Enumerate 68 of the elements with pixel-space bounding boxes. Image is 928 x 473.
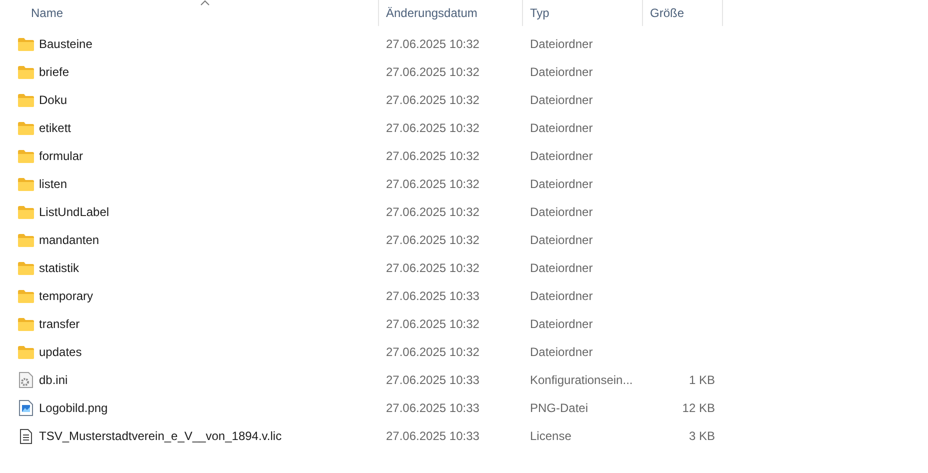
file-name[interactable]: listen <box>39 175 68 193</box>
file-type: Konfigurationsein... <box>530 373 633 387</box>
file-type: PNG-Datei <box>530 401 588 415</box>
image-file-icon <box>19 400 33 416</box>
file-type: Dateiordner <box>530 233 593 247</box>
file-name[interactable]: Bausteine <box>39 35 92 53</box>
column-header[interactable]: Name <box>0 0 379 26</box>
text-file-icon <box>20 428 32 444</box>
modified-date: 27.06.2025 10:33 <box>386 373 480 387</box>
file-type: Dateiordner <box>530 65 593 79</box>
file-size: 1 KB <box>688 372 715 389</box>
file-name[interactable]: statistik <box>39 259 80 277</box>
file-type: Dateiordner <box>530 261 593 275</box>
file-type: Dateiordner <box>530 37 593 51</box>
file-size: 12 KB <box>682 400 715 417</box>
column-header[interactable]: Typ <box>523 0 643 26</box>
modified-date: 27.06.2025 10:32 <box>386 317 480 331</box>
modified-date: 27.06.2025 10:32 <box>386 233 480 247</box>
modified-date: 27.06.2025 10:32 <box>386 345 480 359</box>
file-name[interactable]: db.ini <box>39 371 68 389</box>
folder-icon <box>18 94 34 106</box>
folder-icon <box>18 38 34 50</box>
file-type: License <box>530 429 572 443</box>
file-name[interactable]: TSV_Musterstadtverein_e_V__von_1894.v.lic <box>39 427 282 445</box>
folder-icon <box>18 150 34 162</box>
file-type: Dateiordner <box>530 205 593 219</box>
file-type: Dateiordner <box>530 121 593 135</box>
modified-date: 27.06.2025 10:33 <box>386 429 480 443</box>
folder-icon <box>18 318 34 330</box>
modified-date: 27.06.2025 10:32 <box>386 149 480 163</box>
file-name[interactable]: etikett <box>39 119 72 137</box>
folder-icon <box>18 346 34 358</box>
file-name[interactable]: formular <box>39 147 84 165</box>
modified-date: 27.06.2025 10:33 <box>386 289 480 303</box>
file-name[interactable]: Doku <box>39 91 68 109</box>
gear-file-icon <box>19 372 33 388</box>
modified-date: 27.06.2025 10:32 <box>386 121 480 135</box>
sort-caret-icon <box>200 0 210 6</box>
file-name[interactable]: Logobild.png <box>39 399 108 417</box>
file-type: Dateiordner <box>530 317 593 331</box>
folder-icon <box>18 262 34 274</box>
modified-date: 27.06.2025 10:32 <box>386 205 480 219</box>
modified-date: 27.06.2025 10:33 <box>386 401 480 415</box>
file-name[interactable]: briefe <box>39 63 70 81</box>
file-name[interactable]: temporary <box>39 287 94 305</box>
folder-icon <box>18 234 34 246</box>
modified-date: 27.06.2025 10:32 <box>386 261 480 275</box>
file-name[interactable]: ListUndLabel <box>39 203 110 221</box>
folder-icon <box>18 178 34 190</box>
file-type: Dateiordner <box>530 345 593 359</box>
file-type: Dateiordner <box>530 149 593 163</box>
file-name[interactable]: transfer <box>39 315 80 333</box>
modified-date: 27.06.2025 10:32 <box>386 93 480 107</box>
column-header[interactable]: Größe <box>643 0 723 26</box>
modified-date: 27.06.2025 10:32 <box>386 177 480 191</box>
file-name[interactable]: updates <box>39 343 82 361</box>
file-type: Dateiordner <box>530 177 593 191</box>
file-size: 3 KB <box>688 428 715 445</box>
file-type: Dateiordner <box>530 93 593 107</box>
modified-date: 27.06.2025 10:32 <box>386 65 480 79</box>
modified-date: 27.06.2025 10:32 <box>386 37 480 51</box>
folder-icon <box>18 290 34 302</box>
folder-icon <box>18 206 34 218</box>
folder-icon <box>18 122 34 134</box>
column-header[interactable]: Änderungsdatum <box>379 0 523 26</box>
folder-icon <box>18 66 34 78</box>
file-type: Dateiordner <box>530 289 593 303</box>
file-name[interactable]: mandanten <box>39 231 100 249</box>
